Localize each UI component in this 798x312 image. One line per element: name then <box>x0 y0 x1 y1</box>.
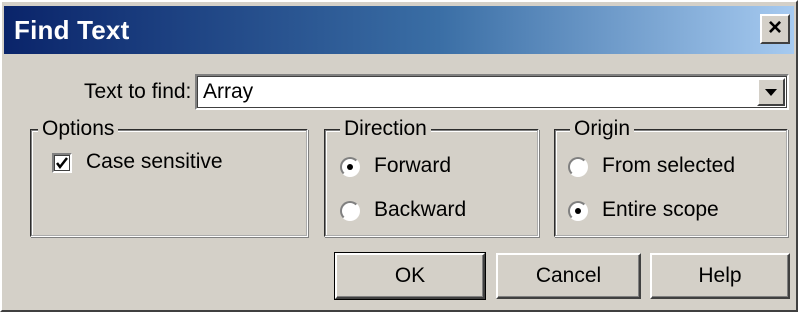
direction-group: Direction Forward Backward <box>324 117 539 237</box>
close-button[interactable]: × <box>760 14 790 44</box>
text-to-find-combobox[interactable]: Array <box>195 74 789 110</box>
from-selected-label: From selected <box>602 154 736 177</box>
origin-group-title: Origin <box>570 117 635 141</box>
options-group: Options Case sensitive <box>30 117 308 237</box>
dropdown-button[interactable] <box>757 78 785 106</box>
close-icon: × <box>767 14 782 41</box>
dialog-title: Find Text <box>14 15 130 45</box>
entire-scope-label: Entire scope <box>602 198 719 221</box>
checkmark-icon <box>56 157 68 170</box>
forward-label: Forward <box>374 154 452 177</box>
backward-label: Backward <box>374 198 467 221</box>
direction-group-title: Direction <box>340 117 431 141</box>
options-group-title: Options <box>38 117 119 141</box>
from-selected-radio[interactable] <box>568 157 588 177</box>
title-bar: Find Text × <box>4 6 794 54</box>
help-button[interactable]: Help <box>650 253 790 299</box>
forward-radio[interactable] <box>340 157 360 177</box>
chevron-down-icon <box>765 89 777 96</box>
ok-button[interactable]: OK <box>334 252 486 300</box>
backward-radio[interactable] <box>340 201 360 221</box>
text-to-find-label: Text to find: <box>84 80 192 103</box>
radio-selected-dot <box>575 208 581 214</box>
origin-group: Origin From selected Entire scope <box>554 117 788 237</box>
entire-scope-radio[interactable] <box>568 201 588 221</box>
text-to-find-input[interactable]: Array <box>203 80 253 104</box>
case-sensitive-checkbox[interactable] <box>52 153 72 173</box>
cancel-button[interactable]: Cancel <box>496 253 641 299</box>
find-text-dialog: Find Text × Text to find: Array Options … <box>0 0 798 312</box>
case-sensitive-label: Case sensitive <box>86 150 223 173</box>
radio-selected-dot <box>347 164 353 170</box>
